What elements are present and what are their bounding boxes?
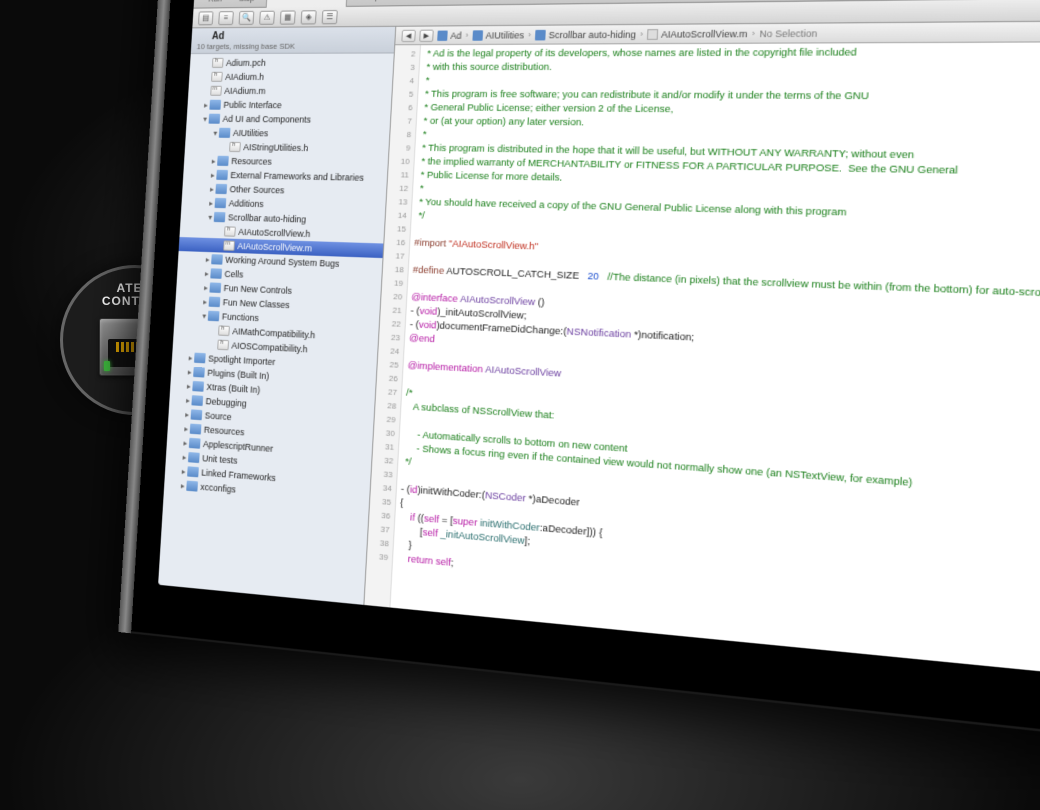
tree-item-label: Fun New Controls (223, 283, 292, 296)
tree-item-label: Additions (228, 198, 263, 209)
tree-item-label: Plugins (Built In) (207, 368, 269, 382)
debug-navigator-icon[interactable]: ▦ (280, 10, 296, 24)
chevron-right-icon: › (465, 30, 468, 39)
folder-icon (472, 30, 483, 40)
folder-icon (186, 481, 198, 492)
breakpoints-caption: Breakpoints (355, 0, 397, 1)
tree-item-label: Ad UI and Components (222, 114, 311, 125)
tree-item-label: Resources (204, 425, 245, 438)
folder-icon (214, 212, 226, 222)
jump-seg-1[interactable]: AIUtilities (485, 30, 524, 41)
project-navigator-icon[interactable]: ▤ (198, 11, 214, 25)
folder-icon (437, 30, 448, 40)
header-file-icon (211, 72, 223, 82)
folder-icon (208, 311, 220, 322)
breakpoint-navigator-icon[interactable]: ◈ (301, 10, 317, 24)
folder-icon (193, 367, 205, 378)
code-area[interactable]: * Ad is the legal property of its develo… (390, 42, 1040, 687)
project-name: Ad (212, 31, 225, 42)
folder-icon (190, 424, 202, 435)
folder-icon (210, 268, 222, 279)
tree-item-label: Debugging (205, 396, 247, 409)
folder-icon (191, 395, 203, 406)
nav-back-button[interactable]: ◀ (401, 29, 416, 41)
folder-icon (187, 466, 199, 477)
symbol-navigator-icon[interactable]: ≡ (218, 11, 234, 25)
tree-item-label: xcconfigs (200, 482, 236, 495)
tree-item[interactable]: AIAdium.h (189, 70, 393, 84)
log-navigator-icon[interactable]: ☰ (322, 10, 338, 24)
stop-label: Stop (239, 0, 255, 3)
jump-seg-2[interactable]: Scrollbar auto-hiding (548, 29, 636, 40)
search-navigator-icon[interactable]: 🔍 (239, 10, 255, 24)
chevron-right-icon: › (752, 28, 755, 38)
file-icon (647, 29, 658, 40)
jump-seg-3[interactable]: AIAutoScrollView.m (661, 28, 748, 39)
source-editor: ◀ ▶ Ad › AIUtilities › Scrollbar auto-hi… (364, 21, 1040, 687)
tree-item-label: Functions (222, 311, 259, 323)
run-label: Run (208, 0, 222, 3)
tree-item-label: Scrollbar auto-hiding (228, 212, 307, 224)
folder-icon (209, 297, 221, 308)
folder-icon (219, 128, 231, 138)
tree-item-label: AIStringUtilities.h (243, 142, 309, 153)
folder-icon (215, 184, 227, 194)
tree-item-label: Fun New Classes (223, 297, 290, 310)
tree-item-label: Cells (224, 269, 243, 280)
tree-item-label: Xtras (Built In) (206, 382, 260, 395)
header-file-icon (212, 58, 224, 68)
folder-icon (211, 254, 223, 264)
jump-seg-4[interactable]: No Selection (759, 27, 817, 38)
tree-item[interactable]: Adium.pch (190, 56, 394, 70)
tree-item-label: Unit tests (202, 453, 238, 466)
screen: Xcode File Edit View Navigate Editor Pro… (158, 0, 1040, 687)
folder-icon (209, 114, 221, 124)
tree-item-label: External Frameworks and Libraries (230, 170, 364, 183)
tree-item-label: AIUtilities (233, 128, 269, 138)
tree-item-label: Source (204, 410, 231, 422)
header-file-icon (217, 340, 229, 351)
header-file-icon (218, 325, 230, 336)
folder-icon (217, 156, 229, 166)
tree-item-label: AIAdium.m (224, 86, 266, 96)
impl-file-icon (223, 240, 235, 250)
tree-item-label: AIAdium.h (225, 72, 264, 82)
folder-icon (189, 438, 201, 449)
impl-file-icon (210, 86, 222, 96)
project-subtitle: 10 targets, missing base SDK (196, 41, 388, 51)
monitor: Xcode File Edit View Navigate Editor Pro… (127, 0, 1040, 752)
tree-item-label: Other Sources (229, 184, 284, 195)
tree-item-label: AIAutoScrollView.m (237, 241, 312, 254)
folder-icon (188, 452, 200, 463)
project-icon (197, 30, 209, 42)
jump-seg-0[interactable]: Ad (450, 30, 462, 40)
project-navigator[interactable]: Ad 10 targets, missing base SDK Adium.pc… (158, 27, 396, 605)
folder-icon (209, 282, 221, 293)
tree-item[interactable]: AIAdium.m (188, 84, 392, 99)
tree-item-label: Adium.pch (226, 58, 266, 68)
chevron-right-icon: › (528, 30, 531, 39)
folder-icon (215, 198, 227, 208)
folder-icon (194, 353, 206, 364)
folder-icon (209, 100, 221, 110)
chevron-right-icon: › (640, 29, 643, 39)
folder-icon (191, 409, 203, 420)
issue-navigator-icon[interactable]: ⚠ (259, 10, 275, 24)
nav-fwd-button[interactable]: ▶ (419, 29, 434, 41)
header-file-icon (229, 142, 241, 152)
folder-icon (192, 381, 204, 392)
tree-item-label: Public Interface (223, 100, 282, 110)
tree-item-label: AIAutoScrollView.h (238, 227, 311, 239)
folder-icon (216, 170, 228, 180)
tree-item-label: Resources (231, 156, 272, 167)
folder-icon (535, 29, 546, 40)
header-file-icon (224, 226, 236, 236)
